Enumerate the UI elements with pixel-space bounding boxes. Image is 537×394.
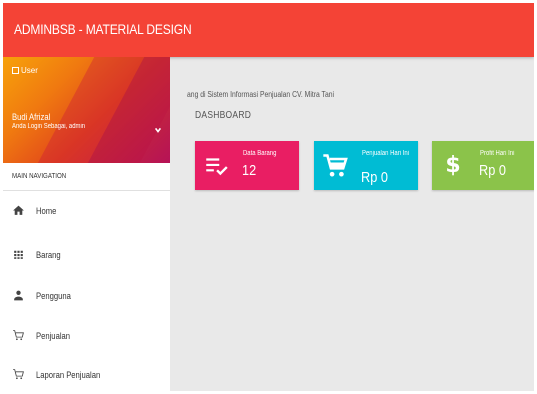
sidebar-item-home[interactable]: Home xyxy=(3,192,170,230)
home-icon xyxy=(13,205,24,215)
playlist-check-icon xyxy=(206,157,228,175)
top-navbar: ADMINBSB - MATERIAL DESIGN xyxy=(3,3,534,57)
sidebar-item-label: Barang xyxy=(36,250,61,260)
info-box-value: Rp 0 xyxy=(479,162,506,179)
page-title: DASHBOARD xyxy=(195,110,252,121)
sidebar-item-laporan-penjualan[interactable]: Laporan Penjualan xyxy=(3,356,170,391)
sidebar: User Budi Afrizal Anda Login Sebagai, ad… xyxy=(3,57,170,391)
person-icon xyxy=(14,290,23,301)
info-box-icon-area xyxy=(314,141,356,190)
sidebar-item-label: Laporan Penjualan xyxy=(36,370,101,380)
shopping-cart-icon xyxy=(323,153,348,176)
info-box-title: Penjualan Hari Ini xyxy=(362,150,409,157)
sidebar-item-label: Pengguna xyxy=(36,291,71,301)
info-box-data-barang[interactable]: Data Barang 12 xyxy=(195,141,299,190)
info-box-text-area: Penjualan Hari Ini Rp 0 xyxy=(356,141,418,190)
info-box-value: Rp 0 xyxy=(361,169,388,186)
nav-header-label: MAIN NAVIGATION xyxy=(12,173,67,180)
user-role: Anda Login Sebagai, admin xyxy=(12,123,86,130)
info-box-profit-hari-ini[interactable]: $ Profit Hari Ini Rp 0 xyxy=(432,141,534,190)
info-box-text-area: Profit Hari Ini Rp 0 xyxy=(474,141,534,190)
user-info-panel: User Budi Afrizal Anda Login Sebagai, ad… xyxy=(3,57,170,163)
sidebar-item-barang[interactable]: Barang xyxy=(3,236,170,274)
welcome-text: ang di Sistem Informasi Penjualan CV. Mi… xyxy=(187,90,335,99)
avatar: User xyxy=(12,63,44,77)
sidebar-item-penjualan[interactable]: Penjualan xyxy=(3,317,170,355)
sidebar-item-label: Penjualan xyxy=(36,331,71,341)
info-box-icon-area: $ xyxy=(432,141,474,190)
dollar-icon: $ xyxy=(445,153,461,178)
broken-image-icon xyxy=(12,66,19,74)
cart-icon xyxy=(13,369,24,380)
chevron-down-icon[interactable] xyxy=(154,126,162,134)
cart-icon xyxy=(13,330,24,341)
info-box-text-area: Data Barang 12 xyxy=(237,141,299,190)
info-box-icon-area xyxy=(195,141,237,190)
avatar-alt-text: User xyxy=(21,65,38,75)
app-window: ADMINBSB - MATERIAL DESIGN User Budi Afr… xyxy=(3,3,534,391)
info-box-title: Profit Hari Ini xyxy=(480,150,515,157)
sidebar-item-pengguna[interactable]: Pengguna xyxy=(3,277,170,315)
brand-title[interactable]: ADMINBSB - MATERIAL DESIGN xyxy=(14,21,192,37)
info-box-title: Data Barang xyxy=(243,150,277,157)
info-box-value: 12 xyxy=(242,162,257,179)
info-box-penjualan-hari-ini[interactable]: Penjualan Hari Ini Rp 0 xyxy=(314,141,418,190)
nav-header: MAIN NAVIGATION xyxy=(3,163,170,191)
main-content: ang di Sistem Informasi Penjualan CV. Mi… xyxy=(170,57,534,391)
grid-icon xyxy=(14,250,23,259)
sidebar-item-label: Home xyxy=(36,206,57,216)
user-name: Budi Afrizal xyxy=(12,112,51,122)
